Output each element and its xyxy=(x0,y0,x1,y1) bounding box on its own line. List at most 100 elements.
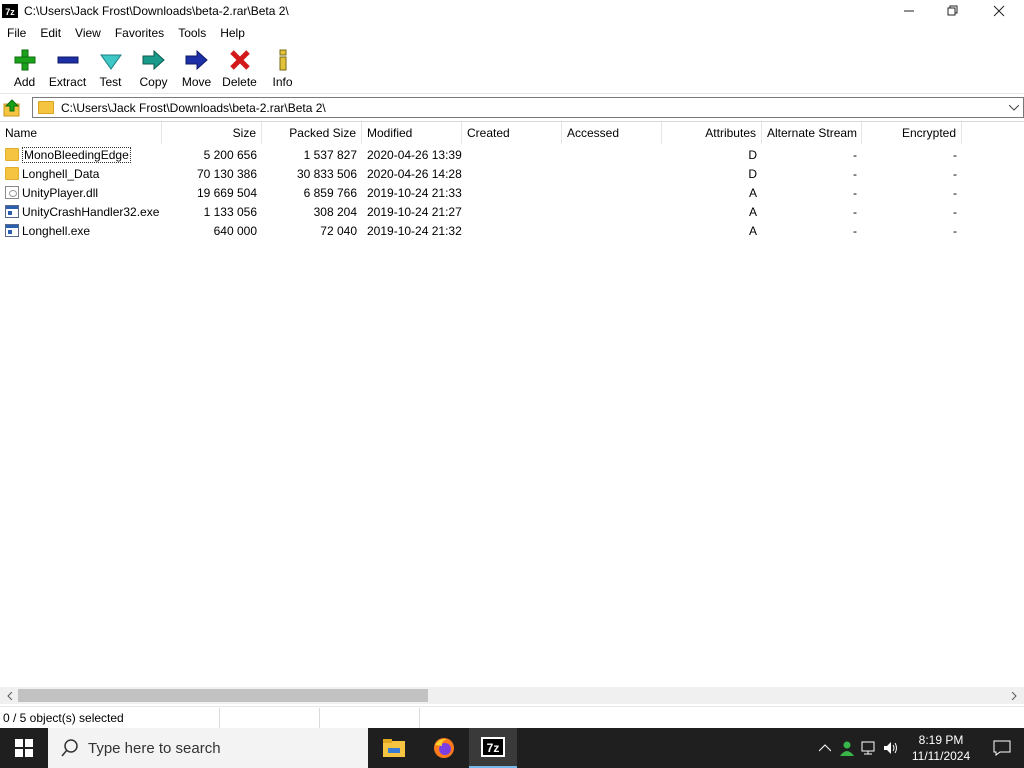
taskbar: Type here to search 7z 8:19 PM 11/11/202… xyxy=(0,728,1024,768)
taskbar-firefox[interactable] xyxy=(420,728,468,768)
column-packed-size[interactable]: Packed Size xyxy=(262,122,362,144)
packed-size-cell: 6 859 766 xyxy=(303,185,357,200)
clock-time: 8:19 PM xyxy=(918,733,964,747)
encrypted-cell: - xyxy=(953,204,957,219)
title-bar: 7z C:\Users\Jack Frost\Downloads\beta-2.… xyxy=(0,0,1024,22)
table-row[interactable]: Longhell_Data 70 130 386 30 833 506 2020… xyxy=(0,164,1024,183)
size-cell: 1 133 056 xyxy=(203,204,257,219)
menu-tools[interactable]: Tools xyxy=(171,26,213,40)
column-alternate-stream[interactable]: Alternate Stream xyxy=(762,122,862,144)
table-row[interactable]: UnityPlayer.dll 19 669 504 6 859 766 201… xyxy=(0,183,1024,202)
file-name: UnityCrashHandler32.exe xyxy=(22,204,160,219)
name-cell: Longhell_Data xyxy=(0,167,162,181)
modified-cell: 2020-04-26 13:39 xyxy=(367,147,462,162)
info-button[interactable]: Info xyxy=(261,44,304,90)
file-explorer-icon xyxy=(383,739,405,757)
info-icon xyxy=(271,48,295,72)
menu-bar: File Edit View Favorites Tools Help xyxy=(0,23,1024,43)
column-attributes[interactable]: Attributes xyxy=(662,122,762,144)
restore-button[interactable] xyxy=(930,0,976,22)
notification-center-button[interactable] xyxy=(980,728,1024,768)
extract-label: Extract xyxy=(48,75,87,89)
scrollbar-thumb[interactable] xyxy=(18,689,428,702)
packed-size-cell: 308 204 xyxy=(313,204,357,219)
encrypted-cell: - xyxy=(953,147,957,162)
column-created[interactable]: Created xyxy=(462,122,562,144)
up-folder-button[interactable] xyxy=(0,97,24,119)
scroll-left-button[interactable] xyxy=(2,687,18,704)
horizontal-scrollbar[interactable] xyxy=(0,687,1024,704)
delete-button[interactable]: Delete xyxy=(218,44,261,90)
column-size[interactable]: Size xyxy=(162,122,262,144)
name-cell: UnityCrashHandler32.exe xyxy=(0,205,162,219)
search-placeholder: Type here to search xyxy=(88,739,221,757)
people-icon[interactable] xyxy=(836,728,858,768)
size-cell: 19 669 504 xyxy=(196,185,257,200)
menu-view[interactable]: View xyxy=(68,26,108,40)
windows-logo-icon xyxy=(15,739,33,757)
table-row[interactable]: UnityCrashHandler32.exe 1 133 056 308 20… xyxy=(0,202,1024,221)
menu-help[interactable]: Help xyxy=(213,26,252,40)
menu-favorites[interactable]: Favorites xyxy=(108,26,171,40)
menu-file[interactable]: File xyxy=(0,26,33,40)
7zip-icon: 7z xyxy=(481,737,505,757)
minimize-icon xyxy=(904,10,914,12)
move-button[interactable]: Move xyxy=(175,44,218,90)
tray-overflow-button[interactable] xyxy=(814,728,836,768)
menu-edit[interactable]: Edit xyxy=(33,26,68,40)
add-button[interactable]: Add xyxy=(3,44,46,90)
attributes-cell: D xyxy=(748,147,757,162)
delete-label: Delete xyxy=(222,75,257,89)
selection-status: 0 / 5 object(s) selected xyxy=(0,707,220,728)
test-button[interactable]: Test xyxy=(89,44,132,90)
taskbar-clock[interactable]: 8:19 PM 11/11/2024 xyxy=(902,728,980,768)
column-header: Name Size Packed Size Modified Created A… xyxy=(0,122,1024,144)
taskbar-file-explorer[interactable] xyxy=(370,728,418,768)
dll-file-icon xyxy=(5,186,19,199)
column-encrypted[interactable]: Encrypted xyxy=(862,122,962,144)
scroll-right-button[interactable] xyxy=(1006,687,1022,704)
minimize-button[interactable] xyxy=(886,0,932,22)
address-row: C:\Users\Jack Frost\Downloads\beta-2.rar… xyxy=(0,96,1024,119)
encrypted-cell: - xyxy=(953,166,957,181)
file-list[interactable]: Name Size Packed Size Modified Created A… xyxy=(0,121,1024,687)
folder-icon xyxy=(5,148,19,161)
volume-icon[interactable] xyxy=(880,728,902,768)
file-name: UnityPlayer.dll xyxy=(22,185,99,200)
attributes-cell: A xyxy=(748,204,757,219)
plus-icon xyxy=(13,48,37,72)
column-accessed[interactable]: Accessed xyxy=(562,122,662,144)
restore-icon xyxy=(947,5,958,16)
toolbar: Add Extract Test Copy Move Delete Info xyxy=(0,44,1024,94)
close-button[interactable] xyxy=(976,0,1022,22)
copy-button[interactable]: Copy xyxy=(132,44,175,90)
alt-stream-cell: - xyxy=(853,166,857,181)
modified-cell: 2019-10-24 21:32 xyxy=(367,223,462,238)
name-cell: MonoBleedingEdge xyxy=(0,146,162,163)
taskbar-search[interactable]: Type here to search xyxy=(48,728,368,768)
svg-text:7z: 7z xyxy=(487,741,500,755)
app-icon: 7z xyxy=(2,4,18,18)
modified-cell: 2020-04-26 14:28 xyxy=(367,166,462,181)
column-modified[interactable]: Modified xyxy=(362,122,462,144)
file-rows: MonoBleedingEdge 5 200 656 1 537 827 202… xyxy=(0,145,1024,240)
modified-cell: 2019-10-24 21:33 xyxy=(367,185,462,200)
packed-size-cell: 30 833 506 xyxy=(296,166,357,181)
size-cell: 5 200 656 xyxy=(203,147,257,162)
network-icon[interactable] xyxy=(858,728,880,768)
address-bar[interactable]: C:\Users\Jack Frost\Downloads\beta-2.rar… xyxy=(32,97,1024,118)
taskbar-7zip[interactable]: 7z xyxy=(469,728,517,768)
attributes-cell: D xyxy=(748,166,757,181)
extract-button[interactable]: Extract xyxy=(46,44,89,90)
table-row[interactable]: Longhell.exe 640 000 72 040 2019-10-24 2… xyxy=(0,221,1024,240)
double-arrow-icon xyxy=(142,48,166,72)
column-name[interactable]: Name xyxy=(0,122,162,144)
alt-stream-cell: - xyxy=(853,223,857,238)
exe-file-icon xyxy=(5,224,19,237)
address-dropdown-button[interactable] xyxy=(1007,100,1021,116)
copy-label: Copy xyxy=(139,75,168,89)
up-arrow-icon xyxy=(3,98,20,116)
address-path[interactable]: C:\Users\Jack Frost\Downloads\beta-2.rar… xyxy=(61,101,326,115)
table-row[interactable]: MonoBleedingEdge 5 200 656 1 537 827 202… xyxy=(0,145,1024,164)
start-button[interactable] xyxy=(0,728,48,768)
